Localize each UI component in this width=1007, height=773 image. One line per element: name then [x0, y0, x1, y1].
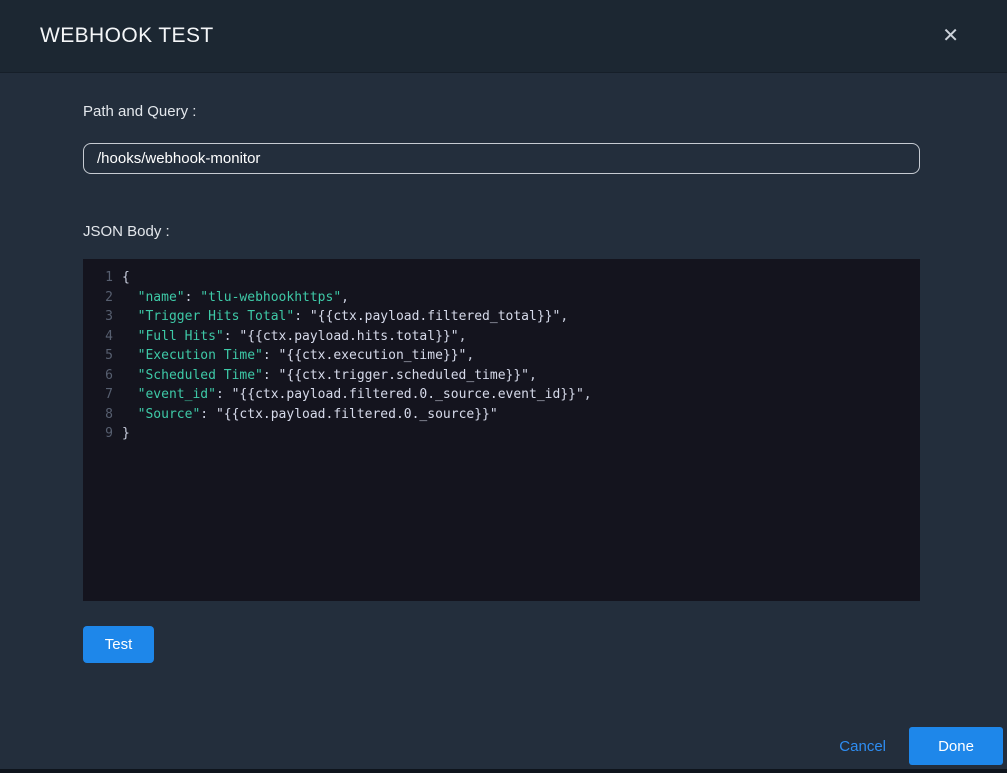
path-query-label: Path and Query :	[83, 103, 920, 121]
line-number: 4	[83, 327, 113, 347]
test-button[interactable]: Test	[83, 626, 154, 663]
line-number: 1	[83, 268, 113, 288]
code-line[interactable]: "Scheduled Time": "{{ctx.trigger.schedul…	[122, 366, 592, 386]
code-line[interactable]: "Full Hits": "{{ctx.payload.hits.total}}…	[122, 327, 592, 347]
path-query-input[interactable]	[83, 143, 920, 174]
line-number: 6	[83, 366, 113, 386]
modal-header: WEBHOOK TEST ✕	[0, 0, 1007, 73]
modal-body: Path and Query : JSON Body : 123456789 {…	[0, 73, 1007, 663]
line-number: 2	[83, 288, 113, 308]
close-icon[interactable]: ✕	[938, 24, 963, 48]
bottom-strip	[0, 769, 1007, 773]
editor-code[interactable]: { "name": "tlu-webhookhttps", "Trigger H…	[113, 268, 592, 601]
code-line[interactable]: "Execution Time": "{{ctx.execution_time}…	[122, 346, 592, 366]
editor-gutter: 123456789	[83, 268, 113, 601]
line-number: 3	[83, 307, 113, 327]
cancel-button[interactable]: Cancel	[839, 738, 886, 755]
json-body-editor[interactable]: 123456789 { "name": "tlu-webhookhttps", …	[83, 259, 920, 601]
code-line[interactable]: "Trigger Hits Total": "{{ctx.payload.fil…	[122, 307, 592, 327]
modal-footer: Cancel Done	[0, 723, 1007, 769]
line-number: 7	[83, 385, 113, 405]
line-number: 8	[83, 405, 113, 425]
webhook-test-modal: WEBHOOK TEST ✕ Path and Query : JSON Bod…	[0, 0, 1007, 773]
line-number: 9	[83, 424, 113, 444]
json-body-label: JSON Body :	[83, 223, 920, 241]
code-line[interactable]: "name": "tlu-webhookhttps",	[122, 288, 592, 308]
line-number: 5	[83, 346, 113, 366]
code-line[interactable]: "Source": "{{ctx.payload.filtered.0._sou…	[122, 405, 592, 425]
done-button[interactable]: Done	[909, 727, 1003, 765]
code-line[interactable]: "event_id": "{{ctx.payload.filtered.0._s…	[122, 385, 592, 405]
code-line[interactable]: {	[122, 268, 592, 288]
code-line[interactable]: }	[122, 424, 592, 444]
modal-title: WEBHOOK TEST	[40, 24, 214, 48]
